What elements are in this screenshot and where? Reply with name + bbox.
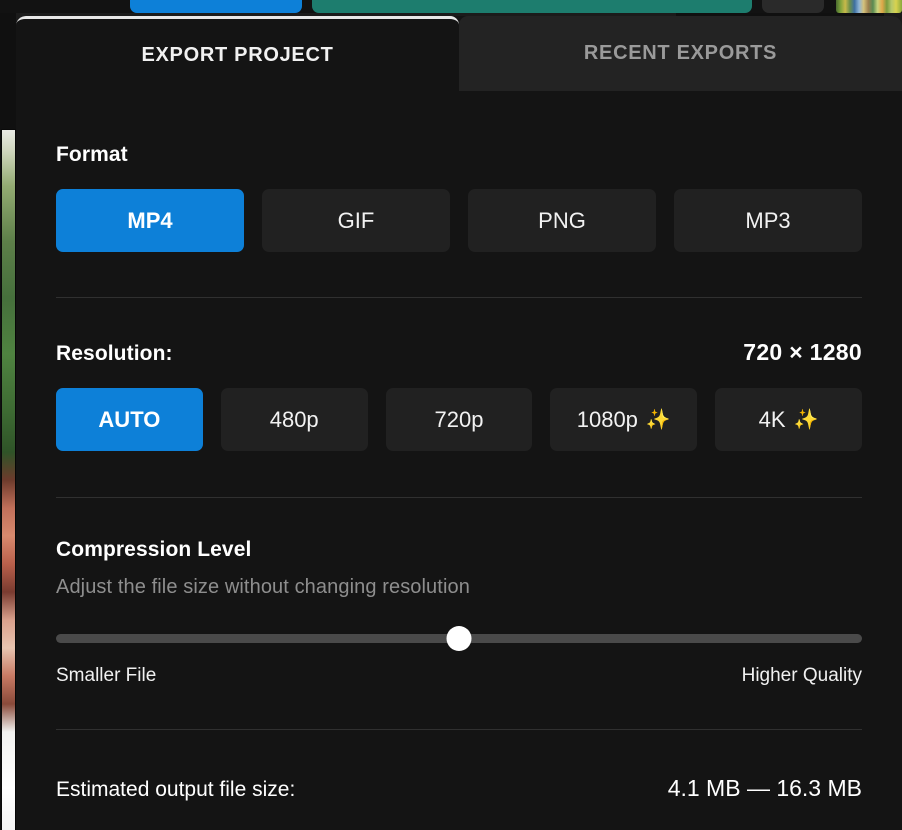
resolution-option-480p-label: 480p: [269, 406, 319, 432]
resolution-header-row: Resolution: 720 × 1280: [56, 339, 862, 366]
background-filmstrip-thumbnail[interactable]: [836, 0, 902, 13]
background-blue-action-pill[interactable]: [130, 0, 302, 13]
tab-recent-exports[interactable]: RECENT EXPORTS: [459, 16, 902, 91]
sparkle-icon: ✨: [793, 408, 819, 431]
resolution-option-1080p[interactable]: 1080p ✨: [550, 388, 698, 451]
format-option-gif-label: GIF: [337, 207, 375, 233]
estimate-value: 4.1 MB — 16.3 MB: [667, 775, 862, 801]
modal-tab-bar: EXPORT PROJECT RECENT EXPORTS: [16, 16, 902, 91]
format-section: Format MP4 GIF PNG MP3: [56, 143, 862, 252]
resolution-option-4k-label: 4K: [758, 406, 786, 432]
estimate-section: Estimated output file size: 4.1 MB — 16.…: [56, 775, 862, 802]
compression-section: Compression Level Adjust the file size w…: [56, 538, 862, 687]
resolution-option-4k[interactable]: 4K ✨: [715, 388, 862, 451]
format-option-mp4-label: MP4: [127, 207, 173, 233]
resolution-section-title: Resolution:: [56, 342, 173, 365]
divider-format-resolution: [56, 297, 862, 298]
format-option-mp4[interactable]: MP4: [56, 189, 244, 252]
compression-slider-labels: Smaller File Higher Quality: [56, 665, 862, 687]
format-button-row: MP4 GIF PNG MP3: [56, 189, 862, 252]
format-option-mp3[interactable]: MP3: [674, 189, 862, 252]
app-root: EXPORT PROJECT RECENT EXPORTS Format MP4…: [0, 0, 902, 830]
compression-label-smaller-file: Smaller File: [56, 665, 157, 686]
tab-recent-exports-label: RECENT EXPORTS: [583, 42, 778, 64]
resolution-option-auto[interactable]: AUTO: [56, 388, 203, 451]
estimate-row: Estimated output file size: 4.1 MB — 16.…: [56, 775, 862, 802]
divider-resolution-compression: [56, 497, 862, 498]
format-section-title: Format: [56, 143, 128, 166]
compression-description: Adjust the file size without changing re…: [56, 576, 470, 598]
resolution-option-720p[interactable]: 720p: [385, 388, 533, 451]
tab-export-project[interactable]: EXPORT PROJECT: [16, 16, 459, 91]
compression-label-higher-quality: Higher Quality: [741, 665, 862, 686]
export-modal: EXPORT PROJECT RECENT EXPORTS Format MP4…: [16, 16, 902, 830]
resolution-option-1080p-label: 1080p: [576, 406, 638, 432]
resolution-section: Resolution: 720 × 1280 AUTO 480p 720p 10…: [56, 339, 862, 451]
resolution-option-480p[interactable]: 480p: [220, 388, 368, 451]
tab-export-project-label: EXPORT PROJECT: [141, 43, 334, 66]
resolution-value-readout: 720 × 1280: [743, 339, 862, 365]
format-option-gif[interactable]: GIF: [262, 189, 450, 252]
resolution-option-auto-label: AUTO: [98, 406, 161, 432]
compression-section-title: Compression Level: [56, 538, 252, 561]
modal-body: Format MP4 GIF PNG MP3 Resolution: 720 ×…: [16, 143, 902, 802]
format-option-png-label: PNG: [538, 207, 586, 233]
resolution-button-row: AUTO 480p 720p 1080p ✨ 4K ✨: [56, 388, 862, 451]
format-option-mp3-label: MP3: [745, 207, 791, 233]
compression-slider-thumb[interactable]: [446, 625, 472, 651]
sparkle-icon: ✨: [645, 408, 671, 431]
background-preview-photo-strip[interactable]: [2, 130, 15, 830]
background-dark-button[interactable]: [762, 0, 824, 13]
resolution-option-720p-label: 720p: [434, 406, 484, 432]
estimate-label: Estimated output file size:: [56, 778, 296, 801]
format-option-png[interactable]: PNG: [468, 189, 656, 252]
compression-slider[interactable]: [56, 623, 862, 653]
divider-compression-estimate: [56, 729, 862, 730]
background-teal-timeline-clip[interactable]: [312, 0, 752, 13]
